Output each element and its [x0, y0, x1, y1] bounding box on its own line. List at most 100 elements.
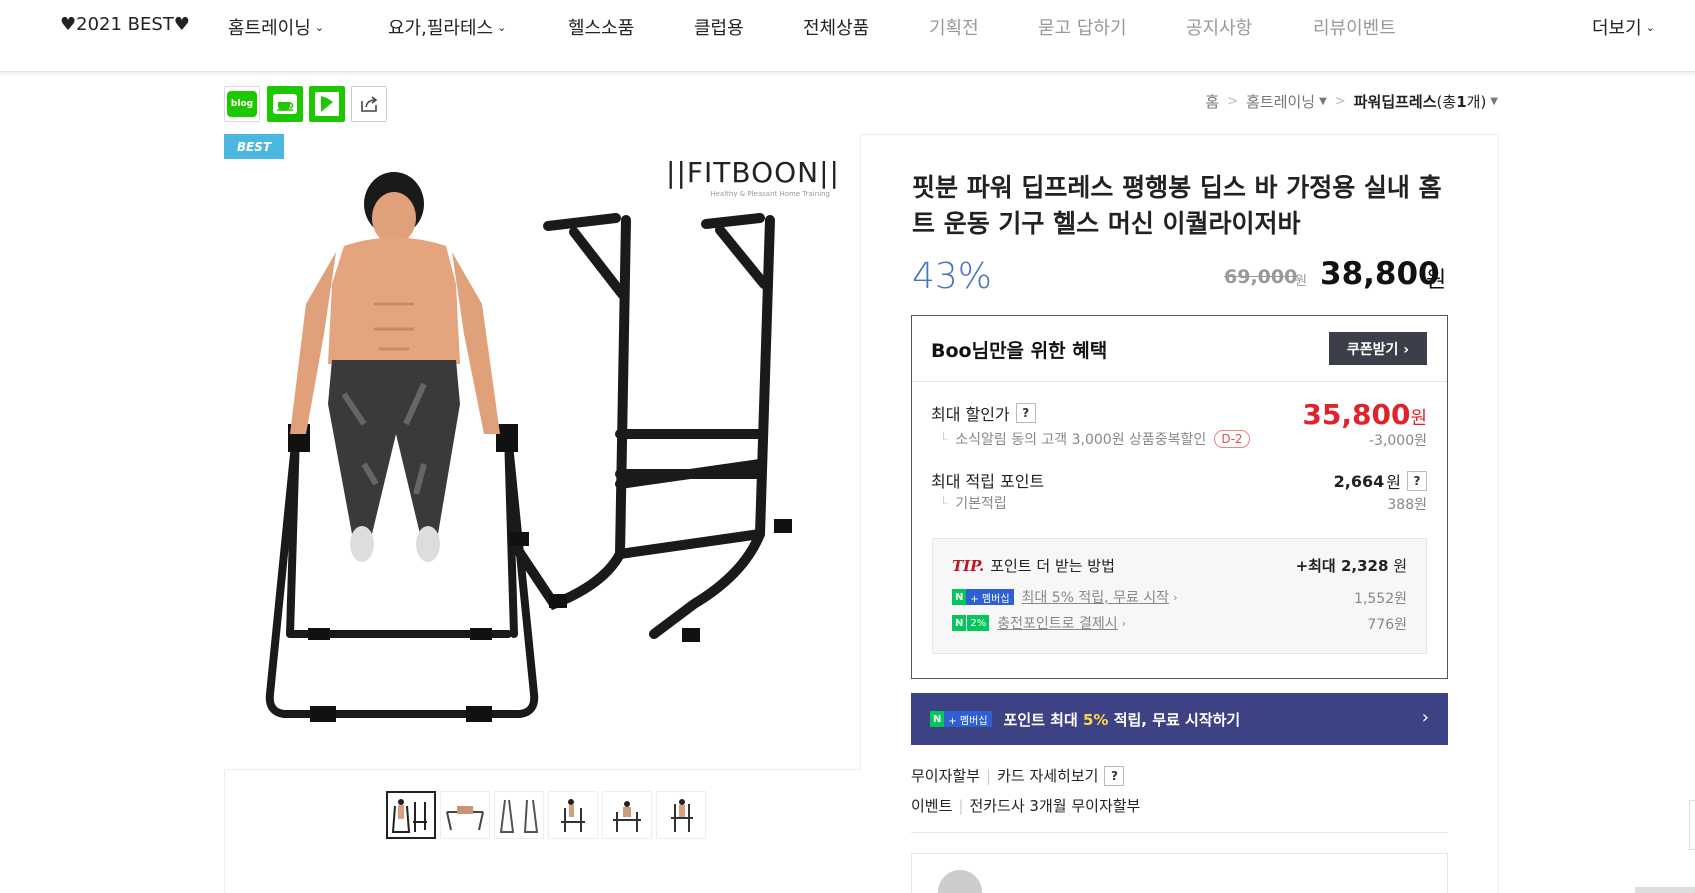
help-icon[interactable]: ? [1104, 765, 1125, 786]
breadcrumb: 홈 > 홈트레이닝 ▼ > 파워딥프레스 (총 1 개) ▼ [1205, 91, 1498, 112]
membership-points: 1,552원 [1354, 591, 1407, 607]
nav-item-all-products[interactable]: 전체상품 [803, 14, 869, 40]
nav-label: 클럽용 [694, 18, 744, 39]
chevron-right-icon: › [1173, 590, 1178, 604]
caret-down-icon: ▼ [1490, 96, 1498, 107]
nav-item-review-event[interactable]: 리뷰이벤트 [1313, 14, 1396, 40]
nav-more-button[interactable]: 더보기 ⌄ [1592, 14, 1655, 40]
npay-n-icon: N [952, 615, 967, 631]
price-unit: 원 [1386, 473, 1401, 492]
membership-link[interactable]: 최대 5% 적립, 무료 시작 [1022, 587, 1170, 607]
tip-title: TIP. 포인트 더 받는 방법 [952, 555, 1115, 576]
brand-tagline: Healthy & Pleasant Home Training [710, 190, 830, 198]
share-band-button[interactable] [309, 86, 345, 122]
breadcrumb-count: 1 [1456, 92, 1467, 111]
best-badge: BEST [224, 134, 284, 159]
tip-word: TIP. [952, 556, 985, 575]
npay-n-icon: N [952, 589, 967, 605]
get-coupon-button[interactable]: 쿠폰받기 › [1329, 332, 1427, 365]
nav-item-qna[interactable]: 묻고 답하기 [1038, 14, 1127, 40]
nav-label: 요가,필라테스 [388, 18, 494, 39]
benefit-title: Boo님만을 위한 혜택 [931, 340, 1108, 362]
nav-item-notice[interactable]: 공지사항 [1186, 14, 1252, 40]
thumbnail-image [499, 799, 539, 833]
npay-charge-badge: N 2% [952, 615, 990, 631]
brand-logo-text: ||FITBOON|| [666, 156, 840, 189]
nav-item-club[interactable]: 클럽용 [694, 14, 744, 40]
share-blog-button[interactable]: blog [224, 86, 260, 122]
best-badge-label: BEST [236, 139, 272, 154]
help-icon-glyph: ? [1110, 768, 1118, 783]
npay-membership-banner[interactable]: N + 멤버십 포인트 최대 5% 적립, 무료 시작하기 › [911, 693, 1448, 745]
original-price-unit: 원 [1295, 274, 1307, 289]
installment-label: 무이자할부 [911, 767, 981, 785]
thumbnail-4[interactable] [548, 791, 598, 839]
thumbnail-image [391, 799, 427, 833]
breadcrumb-current-label: 파워딥프레스 [1353, 93, 1437, 111]
tip-max-points: +최대 2,328 원 [1296, 555, 1407, 576]
max-points-label: 최대 적립 포인트 [931, 472, 1045, 491]
side-scroll-handle[interactable] [1689, 800, 1695, 850]
bottom-scrollbar[interactable] [1635, 887, 1695, 893]
brand-tagline-text: Healthy & Pleasant Home Training [710, 190, 830, 198]
share-icon [361, 96, 378, 112]
tip-max-prefix: +최대 [1295, 557, 1341, 575]
chevron-down-icon: ⌄ [497, 20, 507, 34]
original-price: 69,000 [1224, 266, 1298, 288]
help-icon-glyph: ? [1413, 474, 1421, 488]
nav-label: 기획전 [929, 18, 979, 39]
breadcrumb-home[interactable]: 홈 [1205, 91, 1219, 112]
tip-row-charge: N 2% 충전포인트로 결제시 › [952, 613, 1126, 633]
max-points-value: 2,664 원 ? [1334, 469, 1427, 493]
breadcrumb-category[interactable]: 홈트레이닝 ▼ [1246, 91, 1327, 112]
charge-points: 776원 [1367, 617, 1407, 633]
event-label: 이벤트 [911, 797, 953, 815]
avatar [938, 870, 982, 893]
event-text: 전카드사 3개월 무이자할부 [969, 797, 1141, 815]
tip-max-unit: 원 [1388, 557, 1407, 575]
news-discount-amount: -3,000원 [1368, 433, 1427, 449]
nav-item-health-goods[interactable]: 헬스소품 [568, 14, 634, 40]
charge-badge-percent: 2% [966, 615, 990, 631]
product-main-image[interactable]: BEST ||FITBOON|| Healthy & Pleasant Home… [224, 134, 861, 770]
seller-box [911, 853, 1448, 893]
installment-row: 무이자할부 | 카드 자세히보기 ? [911, 765, 1125, 786]
nav-item-promotion[interactable]: 기획전 [929, 14, 979, 40]
thumbnail-5[interactable] [602, 791, 652, 839]
thumbnail-image [671, 799, 693, 832]
base-points-row: └ 기본적립 [940, 493, 1007, 513]
membership-badge-label: + 멤버십 [966, 589, 1014, 605]
tip-title-text: 포인트 더 받는 방법 [990, 557, 1115, 575]
sale-price: 38,800 [1320, 256, 1440, 292]
max-points-row: 최대 적립 포인트 [931, 468, 1044, 492]
d-day-badge: D-2 [1214, 430, 1250, 448]
charge-points-link[interactable]: 충전포인트로 결제시 [997, 613, 1117, 633]
thumbnail-image [613, 801, 641, 832]
breadcrumb-current[interactable]: 파워딥프레스 (총 1 개) ▼ [1354, 91, 1498, 112]
sale-price-unit: 원 [1426, 268, 1447, 293]
breadcrumb-count-suffix: 개) [1466, 93, 1487, 111]
band-icon [315, 92, 339, 116]
base-points-label: 기본적립 [955, 496, 1007, 512]
share-cafe-button[interactable] [267, 86, 303, 122]
nav-item-yoga-pilates[interactable]: 요가,필라테스 ⌄ [388, 14, 506, 40]
thumbnail-3[interactable] [494, 791, 544, 839]
share-link-button[interactable] [351, 86, 387, 122]
thumbnail-2[interactable] [440, 791, 490, 839]
breadcrumb-count-prefix: (총 [1436, 93, 1457, 111]
thumbnail-1[interactable] [386, 791, 436, 839]
help-icon[interactable]: ? [1015, 403, 1036, 423]
nav-label: 전체상품 [803, 18, 870, 39]
points-tip-box: TIP. 포인트 더 받는 방법 +최대 2,328 원 N + 멤버십 최대 5… [932, 538, 1427, 654]
nav-item-best[interactable]: ♥2021 BEST♥ [60, 14, 190, 35]
max-points-amount: 2,664 [1333, 471, 1385, 491]
nav-shadow [0, 72, 1695, 76]
thumbnail-6[interactable] [656, 791, 706, 839]
benefit-header: Boo님만을 위한 혜택 쿠폰받기 › [912, 316, 1447, 382]
tip-row-membership: N + 멤버십 최대 5% 적립, 무료 시작 › [952, 587, 1177, 607]
nav-item-home-training[interactable]: 홈트레이닝 ⌄ [228, 14, 324, 40]
card-detail-link[interactable]: 카드 자세히보기 [997, 765, 1098, 786]
npay-banner-suffix: 적립, 무료 시작하기 [1108, 710, 1241, 729]
help-icon[interactable]: ? [1407, 471, 1427, 491]
corner-icon: └ [940, 432, 948, 446]
